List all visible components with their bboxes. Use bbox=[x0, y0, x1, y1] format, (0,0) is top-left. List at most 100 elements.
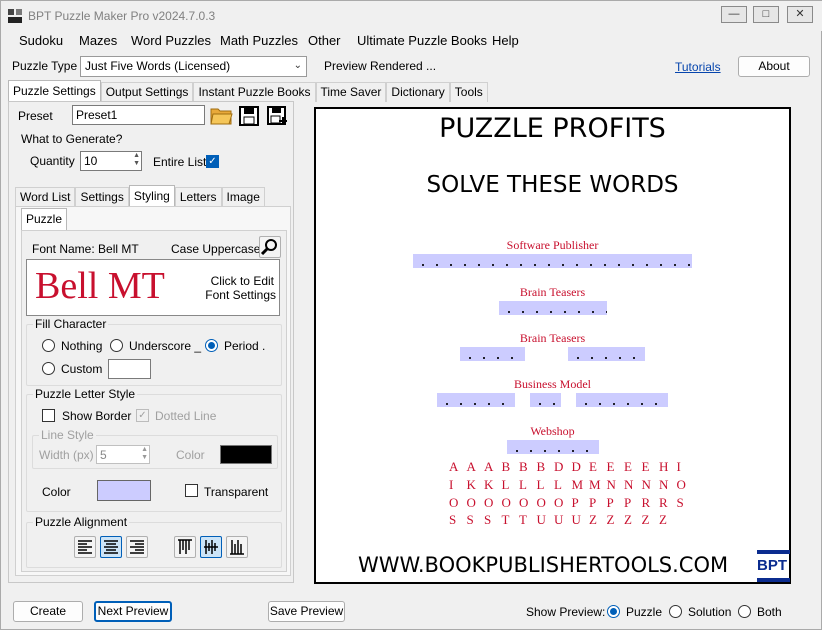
fill-nothing-radio[interactable] bbox=[42, 339, 55, 352]
tab-instant-puzzle-books[interactable]: Instant Puzzle Books bbox=[193, 82, 316, 102]
fill-color-swatch[interactable] bbox=[97, 480, 151, 501]
word-blank bbox=[507, 440, 599, 454]
bank-letter: O bbox=[501, 495, 511, 510]
menu-word-puzzles[interactable]: Word Puzzles bbox=[131, 33, 211, 48]
font-preview-box[interactable]: Bell MT Click to Edit Font Settings bbox=[26, 259, 280, 316]
align-top-icon bbox=[178, 539, 192, 554]
menu-help[interactable]: Help bbox=[492, 33, 519, 48]
stepper-arrows-icon[interactable]: ▲ ▼ bbox=[141, 446, 148, 462]
quantity-stepper[interactable]: 10 ▲ ▼ bbox=[80, 151, 142, 171]
show-solution-radio[interactable] bbox=[669, 605, 682, 618]
chevron-down-icon: ⌄ bbox=[293, 60, 302, 71]
letter-style-label: Puzzle Letter Style bbox=[33, 387, 138, 401]
custom-fill-input[interactable] bbox=[108, 359, 151, 379]
tutorials-link[interactable]: Tutorials bbox=[675, 60, 721, 74]
preset-label: Preset bbox=[18, 109, 53, 123]
bank-letter: B bbox=[519, 459, 528, 474]
clue-label: Webshop bbox=[530, 424, 575, 438]
title-bar: BPT Puzzle Maker Pro v2024.7.0.3 — □ ✕ bbox=[1, 1, 822, 31]
word-blank bbox=[413, 254, 692, 268]
styling-tabs: Word List Settings Styling Letters Image bbox=[15, 185, 265, 207]
tab-tools[interactable]: Tools bbox=[449, 82, 488, 102]
bank-letter: M bbox=[589, 477, 601, 492]
bank-letter: S bbox=[676, 495, 684, 510]
create-button[interactable]: Create bbox=[13, 601, 83, 622]
align-right-icon bbox=[130, 540, 144, 554]
search-button[interactable] bbox=[259, 236, 281, 258]
save-as-icon[interactable] bbox=[266, 105, 290, 126]
bank-letter: D bbox=[571, 459, 581, 474]
close-button[interactable]: ✕ bbox=[787, 6, 813, 23]
minimize-button[interactable]: — bbox=[721, 6, 747, 23]
width-stepper[interactable]: 5 ▲ ▼ bbox=[96, 445, 150, 464]
website-text: WWW.BOOKPUBLISHERTOOLS.COM bbox=[358, 553, 729, 577]
show-border-checkbox[interactable] bbox=[42, 409, 55, 422]
align-top-button[interactable] bbox=[174, 536, 196, 558]
clue-label: Business Model bbox=[513, 377, 591, 391]
bank-letter: U bbox=[536, 512, 546, 527]
menu-ultimate-puzzle-books[interactable]: Ultimate Puzzle Books bbox=[357, 33, 487, 48]
fill-underscore-radio[interactable] bbox=[110, 339, 123, 352]
menu-math-puzzles[interactable]: Math Puzzles bbox=[220, 33, 298, 48]
align-middle-button[interactable] bbox=[200, 536, 222, 558]
app-window: BPT Puzzle Maker Pro v2024.7.0.3 — □ ✕ S… bbox=[0, 0, 822, 630]
tab-puzzle-settings[interactable]: Puzzle Settings bbox=[8, 80, 101, 102]
about-button[interactable]: About bbox=[738, 56, 810, 77]
align-middle-icon bbox=[204, 540, 218, 554]
bank-letter: A bbox=[466, 459, 476, 474]
bank-letter: L bbox=[536, 477, 545, 492]
bank-letter: E bbox=[606, 459, 615, 474]
tab-dictionary[interactable]: Dictionary bbox=[386, 82, 450, 102]
bank-letter: S bbox=[449, 512, 457, 527]
bank-letter: N bbox=[659, 477, 669, 492]
bank-letter: P bbox=[624, 495, 632, 510]
tab-time-saver[interactable]: Time Saver bbox=[315, 82, 387, 102]
align-center-button[interactable] bbox=[100, 536, 122, 558]
clue-label: Brain Teasers bbox=[519, 285, 586, 299]
align-right-button[interactable] bbox=[126, 536, 148, 558]
fill-period-label: Period . bbox=[224, 339, 266, 353]
menu-mazes[interactable]: Mazes bbox=[79, 33, 117, 48]
menu-other[interactable]: Other bbox=[308, 33, 341, 48]
transparent-label: Transparent bbox=[204, 485, 269, 499]
maximize-button[interactable]: □ bbox=[753, 6, 779, 23]
tab-puzzle[interactable]: Puzzle bbox=[21, 208, 68, 230]
save-preview-button[interactable]: Save Preview bbox=[268, 601, 345, 622]
line-color-swatch[interactable] bbox=[220, 445, 272, 464]
next-preview-button[interactable]: Next Preview bbox=[94, 601, 172, 622]
stepper-arrows-icon[interactable]: ▲ ▼ bbox=[133, 152, 140, 168]
dotted-line-checkbox[interactable]: ✓ bbox=[136, 409, 149, 422]
tab-letters[interactable]: Letters bbox=[174, 187, 222, 207]
puzzle-type-select[interactable]: Just Five Words (Licensed) ⌄ bbox=[80, 56, 307, 77]
entire-list-checkbox[interactable]: ✓ bbox=[206, 155, 219, 168]
tab-styling[interactable]: Styling bbox=[128, 185, 175, 207]
puzzle-type-label: Puzzle Type bbox=[12, 59, 78, 73]
word-blank bbox=[530, 393, 561, 407]
tab-settings[interactable]: Settings bbox=[75, 187, 129, 207]
search-icon bbox=[260, 239, 277, 256]
bank-letter: P bbox=[606, 495, 614, 510]
transparent-checkbox[interactable] bbox=[185, 484, 198, 497]
tab-output-settings[interactable]: Output Settings bbox=[100, 82, 194, 102]
menu-sudoku[interactable]: Sudoku bbox=[19, 33, 63, 48]
bank-letter: H bbox=[659, 459, 669, 474]
main-tabs: Puzzle Settings Output Settings Instant … bbox=[8, 80, 488, 102]
show-both-radio[interactable] bbox=[738, 605, 751, 618]
tab-image[interactable]: Image bbox=[221, 187, 265, 207]
align-left-button[interactable] bbox=[74, 536, 96, 558]
bank-letter: R bbox=[659, 495, 668, 510]
word-blank bbox=[499, 301, 607, 315]
fill-nothing-label: Nothing bbox=[61, 339, 103, 353]
bank-letter: Z bbox=[589, 512, 597, 527]
save-icon[interactable] bbox=[238, 105, 260, 126]
align-bottom-button[interactable] bbox=[226, 536, 248, 558]
tab-word-list[interactable]: Word List bbox=[15, 187, 76, 207]
fill-period-radio[interactable] bbox=[205, 339, 218, 352]
show-puzzle-radio[interactable] bbox=[607, 605, 620, 618]
preset-input[interactable]: Preset1 bbox=[72, 105, 205, 125]
bank-letter: U bbox=[554, 512, 564, 527]
letter-bank-row: IKKLLLLMMNNNNO bbox=[449, 477, 694, 493]
folder-open-icon[interactable] bbox=[210, 105, 233, 126]
fill-custom-radio[interactable] bbox=[42, 362, 55, 375]
word-blank bbox=[460, 347, 525, 361]
